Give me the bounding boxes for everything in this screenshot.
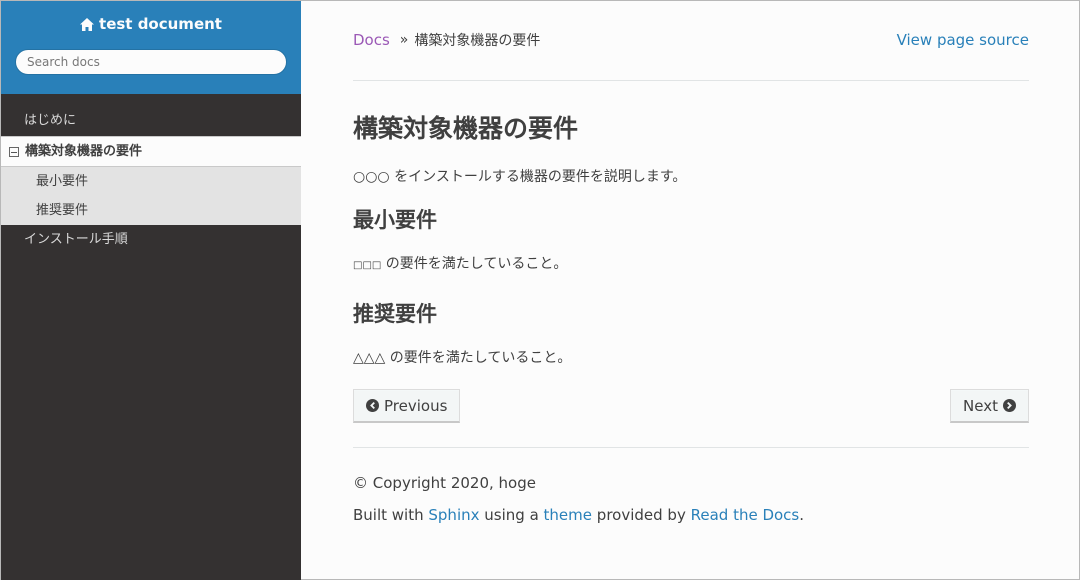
section-heading-recommended: 推奨要件 (353, 302, 437, 326)
next-button[interactable]: Next (950, 389, 1029, 423)
sidebar: test document はじめに 構築対象機器の要件 最小要件 推奨要件 イ… (1, 1, 301, 580)
home-icon (80, 17, 95, 31)
sidebar-item-label: 構築対象機器の要件 (25, 144, 143, 159)
section-heading-minimum: 最小要件 (353, 208, 437, 232)
project-name: test document (99, 15, 222, 33)
sidebar-item-install[interactable]: インストール手順 (1, 225, 301, 255)
sidebar-item-label: はじめに (24, 113, 77, 128)
sidebar-header: test document (1, 1, 301, 94)
project-home-link[interactable]: test document (80, 15, 222, 33)
sidebar-item-requirements-current[interactable]: 構築対象機器の要件 (1, 136, 301, 167)
previous-label: Previous (384, 396, 448, 415)
breadcrumb: Docs » 構築対象機器の要件 View page source (353, 1, 1029, 81)
sidebar-subitems: 最小要件 推奨要件 (1, 167, 301, 225)
sphinx-link[interactable]: Sphinx (428, 506, 479, 524)
sidebar-item-label: インストール手順 (24, 232, 128, 247)
built-with-label: Built with (353, 506, 424, 524)
built-with-text: Built with Sphinx using a theme provided… (353, 506, 1029, 524)
arrow-circle-left-icon (366, 399, 379, 412)
search-input[interactable] (15, 48, 287, 75)
sidebar-item-introduction[interactable]: はじめに (1, 106, 301, 136)
section-body-minimum: □□□ の要件を満たしていること。 (353, 252, 1029, 278)
arrow-circle-right-icon (1003, 399, 1016, 412)
sidebar-subitem-label: 最小要件 (36, 174, 89, 189)
breadcrumb-separator: » (399, 31, 409, 48)
sidebar-subitem-recommended[interactable]: 推奨要件 (1, 196, 301, 225)
period: . (799, 506, 805, 524)
section-body-recommended: △△△ の要件を満たしていること。 (353, 350, 572, 366)
previous-button[interactable]: Previous (353, 389, 461, 423)
next-label: Next (963, 396, 998, 415)
collapse-icon[interactable] (9, 146, 19, 157)
placeholder-squares: □□□ (353, 260, 382, 271)
intro-paragraph: ○○○ をインストールする機器の要件を説明します。 (353, 169, 687, 185)
page-title: 構築対象機器の要件 (353, 114, 579, 143)
theme-link[interactable]: theme (544, 506, 592, 524)
main-content: Docs » 構築対象機器の要件 View page source 構築対象機器… (353, 1, 1029, 524)
section-body-text: の要件を満たしていること。 (381, 256, 568, 272)
read-the-docs-link[interactable]: Read the Docs (691, 506, 800, 524)
copyright-text: © Copyright 2020, hoge (353, 474, 536, 492)
breadcrumb-current: 構築対象機器の要件 (414, 32, 541, 49)
provided-by-label: provided by (596, 506, 686, 524)
prev-next-buttons: Previous Next (353, 389, 1029, 423)
sidebar-subitem-label: 推奨要件 (36, 203, 89, 218)
using-a-label: using a (484, 506, 539, 524)
sidebar-subitem-minimum[interactable]: 最小要件 (1, 167, 301, 196)
sidebar-nav: はじめに 構築対象機器の要件 最小要件 推奨要件 インストール手順 (1, 106, 301, 255)
view-page-source-link[interactable]: View page source (897, 31, 1029, 49)
breadcrumb-docs-link[interactable]: Docs (353, 31, 390, 49)
footer-divider (353, 447, 1029, 448)
